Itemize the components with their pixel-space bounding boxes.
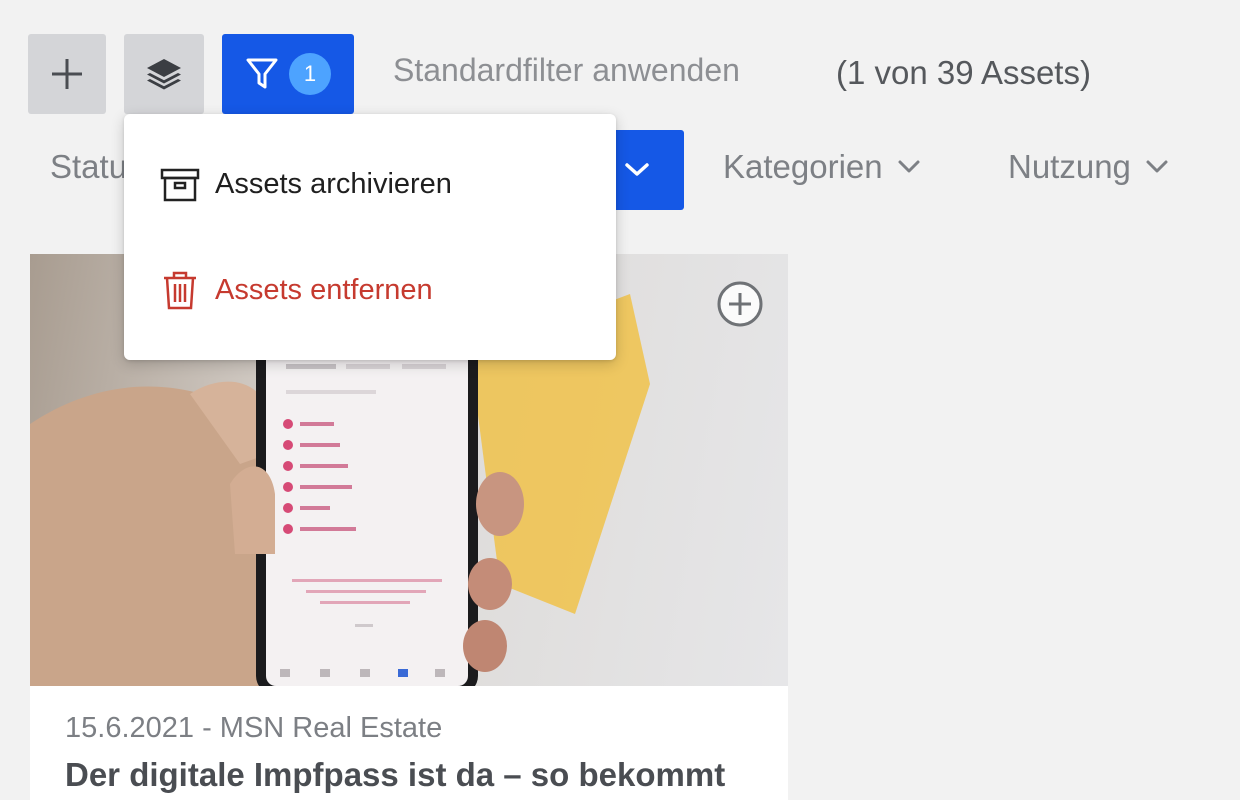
actions-menu: Assets archivieren Assets entfernen xyxy=(124,114,616,360)
filter-count-badge: 1 xyxy=(289,53,331,95)
nutzung-filter[interactable]: Nutzung xyxy=(1008,148,1169,186)
asset-title[interactable]: Der digitale Impfpass ist da – so bekomm… xyxy=(65,756,725,794)
apply-standard-filter-link[interactable]: Standardfilter anwenden xyxy=(393,52,740,89)
status-filter-label: Statu xyxy=(50,148,128,185)
filter-icon xyxy=(246,58,278,89)
layers-button[interactable] xyxy=(124,34,204,114)
archive-icon xyxy=(160,168,200,202)
add-to-collection-icon[interactable] xyxy=(716,280,764,328)
menu-item-label: Assets archivieren xyxy=(215,167,452,200)
nutzung-filter-label: Nutzung xyxy=(1008,148,1131,185)
trash-icon xyxy=(164,271,196,310)
chevron-down-icon xyxy=(898,160,920,173)
filter-button[interactable]: 1 xyxy=(222,34,354,114)
menu-item-label: Assets entfernen xyxy=(215,273,433,306)
asset-meta: 15.6.2021 - MSN Real Estate xyxy=(65,712,443,744)
kategorien-filter[interactable]: Kategorien xyxy=(723,148,921,186)
status-filter[interactable]: Statu xyxy=(50,148,127,186)
menu-item-archive-assets[interactable]: Assets archivieren xyxy=(124,144,616,224)
chevron-down-icon xyxy=(1146,160,1168,173)
kategorien-filter-label: Kategorien xyxy=(723,148,883,185)
add-button[interactable] xyxy=(28,34,106,114)
menu-item-remove-assets[interactable]: Assets entfernen xyxy=(124,250,616,330)
asset-count: (1 von 39 Assets) xyxy=(836,54,1091,91)
chevron-down-icon xyxy=(625,163,649,176)
layers-icon xyxy=(147,59,181,90)
plus-icon xyxy=(52,59,82,89)
